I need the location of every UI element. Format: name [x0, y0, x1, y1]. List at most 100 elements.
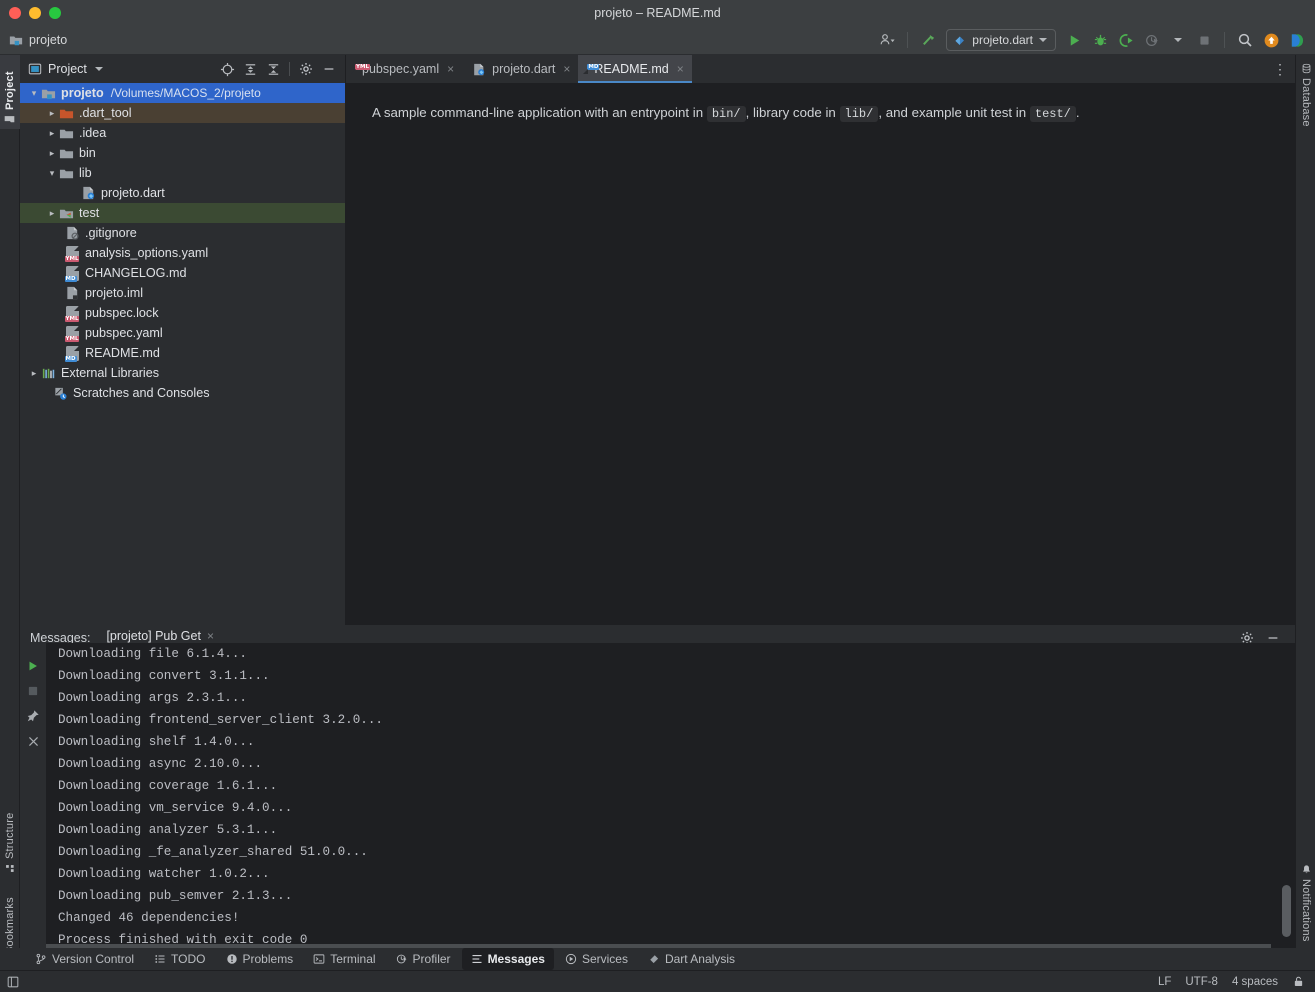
sidebar-item-structure[interactable]: Structure [0, 800, 20, 878]
tree-row-idea[interactable]: ▸ .idea [20, 123, 345, 143]
tab-label: README.md [594, 62, 669, 76]
tree-row-projeto-iml[interactable]: projeto.iml [20, 283, 345, 303]
line-separator-indicator[interactable]: LF [1158, 976, 1171, 988]
updates-icon[interactable] [1259, 29, 1283, 51]
console-line: Downloading args 2.3.1... [58, 691, 247, 705]
window-controls[interactable] [9, 7, 61, 19]
more-options-icon[interactable]: ⋮ [1273, 61, 1287, 78]
chevron-right-icon[interactable]: ▸ [46, 208, 58, 219]
tree-row-changelog[interactable]: MD CHANGELOG.md [20, 263, 345, 283]
tab-services[interactable]: Services [556, 948, 637, 970]
tree-row-projeto-dart[interactable]: projeto.dart [20, 183, 345, 203]
tree-row-external-libraries[interactable]: ▸ External Libraries [20, 363, 345, 383]
sidebar-item-database[interactable]: Database [1296, 59, 1315, 141]
maximize-window-button[interactable] [49, 7, 61, 19]
tab-pubspec-yaml[interactable]: YML pubspec.yaml × [346, 55, 462, 83]
tree-row-pubspec-yaml[interactable]: YML pubspec.yaml [20, 323, 345, 343]
sidebar-item-project[interactable]: Project [0, 55, 20, 129]
profiler-icon [396, 953, 408, 965]
expand-all-icon[interactable] [240, 59, 260, 79]
bottom-tool-window-tabs: Version Control TODO Problems Terminal P… [0, 948, 1315, 970]
messages-body: Downloading file 6.1.4... Downloading co… [20, 643, 1295, 951]
editor-tab-actions[interactable]: ⋮ [1273, 55, 1295, 83]
chevron-down-icon[interactable]: ▾ [46, 168, 58, 179]
close-window-button[interactable] [9, 7, 21, 19]
search-everywhere-icon[interactable] [1233, 29, 1257, 51]
profile-icon[interactable] [1140, 29, 1164, 51]
user-account-icon[interactable] [875, 29, 899, 51]
run-configuration-selector[interactable]: projeto.dart [946, 29, 1056, 51]
pin-icon[interactable] [26, 709, 40, 723]
indent-indicator[interactable]: 4 spaces [1232, 976, 1278, 988]
settings-gear-icon[interactable] [296, 59, 316, 79]
editor-area: YML pubspec.yaml × projeto.dart × MD REA… [346, 55, 1295, 625]
locate-icon[interactable] [217, 59, 237, 79]
collapse-all-icon[interactable] [263, 59, 283, 79]
tab-problems[interactable]: Problems [217, 948, 303, 970]
markdown-file-icon: MD [64, 265, 80, 282]
chevron-right-icon[interactable]: ▸ [28, 368, 40, 379]
build-hammer-icon[interactable] [916, 29, 940, 51]
tab-profiler[interactable]: Profiler [387, 948, 460, 970]
debug-icon[interactable] [1088, 29, 1112, 51]
tree-row-dart-tool[interactable]: ▸ .dart_tool [20, 103, 345, 123]
tree-row-lib[interactable]: ▾ lib [20, 163, 345, 183]
toggle-tool-windows-icon[interactable] [6, 975, 20, 989]
tab-terminal[interactable]: Terminal [304, 948, 384, 970]
hide-icon[interactable] [319, 59, 339, 79]
chevron-down-icon[interactable]: ▾ [28, 88, 40, 99]
tab-readme-md[interactable]: MD README.md × [578, 55, 693, 83]
console-line: Downloading analyzer 5.3.1... [58, 823, 278, 837]
tab-todo[interactable]: TODO [145, 948, 214, 970]
stop-icon[interactable] [1192, 29, 1216, 51]
tree-row-gitignore[interactable]: .gitignore [20, 223, 345, 243]
chevron-right-icon[interactable]: ▸ [46, 148, 58, 159]
tree-row-pubspec-lock[interactable]: YML pubspec.lock [20, 303, 345, 323]
tab-label: Problems [242, 952, 294, 966]
profile-dropdown-caret[interactable] [1166, 29, 1190, 51]
tab-messages[interactable]: Messages [461, 948, 554, 970]
rerun-icon[interactable] [26, 659, 40, 673]
run-configuration-label: projeto.dart [972, 33, 1033, 47]
run-coverage-icon[interactable] [1114, 29, 1138, 51]
close-icon[interactable]: × [207, 629, 214, 643]
tree-row-projeto[interactable]: ▾ projeto /Volumes/MACOS_2/projeto [20, 83, 345, 103]
tree-row-readme[interactable]: MD README.md [20, 343, 345, 363]
chevron-down-icon[interactable] [94, 67, 103, 71]
problems-icon [226, 953, 238, 965]
tab-label: Terminal [330, 952, 376, 966]
right-tool-strip: Database Notifications [1295, 55, 1315, 960]
stop-icon[interactable] [27, 685, 39, 697]
tree-row-scratches[interactable]: Scratches and Consoles [20, 383, 345, 403]
chevron-right-icon[interactable]: ▸ [46, 108, 58, 119]
tab-dart-analysis[interactable]: Dart Analysis [639, 948, 744, 970]
chevron-down-icon [1039, 38, 1047, 42]
ide-window: projeto – README.md projeto projeto.dart… [0, 0, 1315, 992]
chevron-right-icon[interactable]: ▸ [46, 128, 58, 139]
lock-icon[interactable] [1292, 975, 1305, 988]
project-widget[interactable]: projeto [9, 33, 67, 47]
tree-label: projeto [61, 86, 104, 100]
console-vertical-scrollbar[interactable] [1282, 885, 1291, 937]
minimize-window-button[interactable] [29, 7, 41, 19]
run-icon[interactable] [1062, 29, 1086, 51]
messages-session-label: [projeto] Pub Get [106, 628, 201, 643]
tree-row-analysis-options[interactable]: YML analysis_options.yaml [20, 243, 345, 263]
tree-row-test[interactable]: ▸ test [20, 203, 345, 223]
dart-file-icon [472, 62, 486, 77]
messages-console[interactable]: Downloading file 6.1.4... Downloading co… [46, 643, 1295, 951]
close-icon[interactable] [27, 735, 40, 748]
project-tree[interactable]: ▾ projeto /Volumes/MACOS_2/projeto ▸ .da… [20, 83, 345, 403]
readme-text-part-1: A sample command-line application with a… [372, 105, 704, 120]
title-bar: projeto – README.md [0, 0, 1315, 26]
tab-version-control[interactable]: Version Control [26, 948, 143, 970]
encoding-indicator[interactable]: UTF-8 [1185, 976, 1218, 988]
close-icon[interactable]: × [447, 62, 454, 76]
tree-label: test [79, 206, 100, 220]
ai-assistant-icon[interactable] [1285, 29, 1309, 51]
messages-icon [471, 953, 483, 965]
close-icon[interactable]: × [563, 62, 570, 76]
close-icon[interactable]: × [677, 62, 684, 76]
tab-projeto-dart[interactable]: projeto.dart × [462, 55, 578, 83]
tree-row-bin[interactable]: ▸ bin [20, 143, 345, 163]
